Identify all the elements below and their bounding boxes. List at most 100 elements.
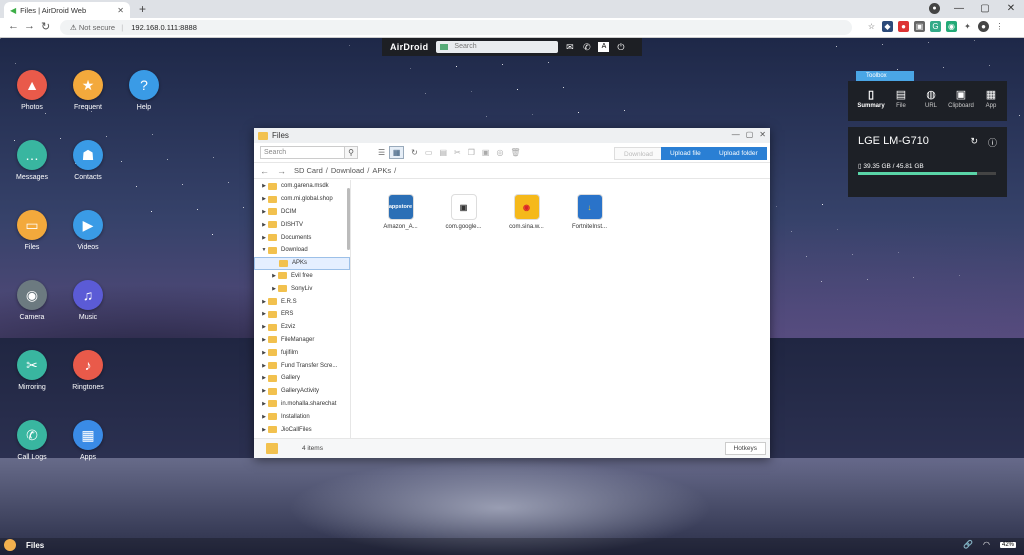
upload-file-button[interactable]: Upload file <box>661 147 710 160</box>
app-contacts[interactable]: ☗ Contacts <box>58 140 118 181</box>
task-files[interactable]: Files <box>4 539 44 551</box>
reload-icon[interactable]: ↻ <box>41 20 50 33</box>
tree-node[interactable]: ▶ com.garena.msdk <box>254 180 350 193</box>
forward-icon[interactable]: → <box>24 20 35 32</box>
app-help[interactable]: ? Help <box>114 70 174 111</box>
tree-node[interactable]: ▶ Evil free <box>254 270 350 283</box>
search-icon[interactable]: ⚲ <box>344 146 358 159</box>
tree-node[interactable]: APKs <box>254 256 350 270</box>
evernote-icon[interactable]: ◉ <box>946 21 957 32</box>
back-icon[interactable]: ← <box>8 20 19 32</box>
app-camera[interactable]: ◉ Camera <box>2 280 62 321</box>
crumb-sdcard[interactable]: SD Card <box>294 166 323 175</box>
global-search-input[interactable]: Search <box>436 41 559 53</box>
grid-view-icon[interactable]: ▦ <box>389 146 405 159</box>
files-search-input[interactable]: Search ⚲ <box>260 146 358 159</box>
app-music[interactable]: ♫ Music <box>58 280 118 321</box>
expand-caret-icon[interactable]: ▶ <box>270 273 278 279</box>
tree-node[interactable]: ▶ FileManager <box>254 334 350 347</box>
close-tab-icon[interactable]: ✕ <box>117 6 124 15</box>
crumb-download[interactable]: Download <box>331 166 364 175</box>
tree-node[interactable]: ▶ SonyLiv <box>254 282 350 295</box>
tree-node[interactable]: ▼ Download <box>254 244 350 257</box>
refresh-device-icon[interactable]: ↻ <box>970 136 978 149</box>
expand-caret-icon[interactable]: ▶ <box>260 222 268 228</box>
expand-caret-icon[interactable]: ▼ <box>260 247 268 253</box>
app-messages[interactable]: … Messages <box>2 140 62 181</box>
toolbox-clipboard[interactable]: ▣ Clipboard <box>946 81 976 121</box>
mail-icon[interactable]: ✉ <box>564 42 575 53</box>
tree-node[interactable]: ▶ JioCallFiles <box>254 423 350 436</box>
forward-arrow-icon[interactable]: → <box>277 166 286 176</box>
link-icon[interactable]: 🔗 <box>963 540 973 549</box>
expand-caret-icon[interactable]: ▶ <box>260 311 268 317</box>
tree-node[interactable]: ▶ Ezviz <box>254 321 350 334</box>
app-apps[interactable]: ▦ Apps <box>58 420 118 461</box>
maximize-icon[interactable]: ▢ <box>972 0 998 18</box>
expand-caret-icon[interactable]: ▶ <box>260 375 268 381</box>
expand-caret-icon[interactable]: ▶ <box>260 350 268 356</box>
hotkeys-button[interactable]: Hotkeys <box>724 442 766 455</box>
expand-caret-icon[interactable]: ▶ <box>260 337 268 343</box>
expand-caret-icon[interactable]: ▶ <box>260 324 268 330</box>
toolbox-url[interactable]: ◍ URL <box>916 81 946 121</box>
font-icon[interactable]: A <box>598 42 610 52</box>
paste-icon[interactable]: ▣ <box>482 148 490 157</box>
toolbox-summary[interactable]: ▯ Summary <box>856 81 886 121</box>
extension-icon[interactable]: ◆ <box>882 21 893 32</box>
tree-node[interactable]: ▶ DCIM <box>254 206 350 219</box>
close-window-icon[interactable]: ✕ <box>998 0 1024 18</box>
more-menu-icon[interactable]: ⋮ <box>994 21 1005 32</box>
puzzle-icon[interactable]: ✦ <box>962 21 973 32</box>
back-arrow-icon[interactable]: ← <box>260 166 269 176</box>
app-mirroring[interactable]: ✂ Mirroring <box>2 350 62 391</box>
toolbox-app[interactable]: ▦ App <box>976 81 1006 121</box>
download-button[interactable]: Download <box>614 147 663 160</box>
app-ringtones[interactable]: ♪ Ringtones <box>58 350 118 391</box>
expand-caret-icon[interactable]: ▶ <box>260 427 268 433</box>
tree-scrollbar[interactable] <box>347 188 350 250</box>
expand-caret-icon[interactable]: ▶ <box>260 363 268 369</box>
app-files[interactable]: ▭ Files <box>2 210 62 251</box>
tree-node[interactable]: ▶ Fund Transfer Scre... <box>254 359 350 372</box>
browser-tab[interactable]: ◀ Files | AirDroid Web ✕ <box>4 2 130 18</box>
copy-icon[interactable]: ❐ <box>468 148 475 157</box>
properties-icon[interactable]: ◎ <box>496 148 503 157</box>
tree-node[interactable]: ▶ com.mi.global.shop <box>254 193 350 206</box>
files-window-titlebar[interactable]: Files — ▢ ✕ <box>254 128 770 143</box>
expand-caret-icon[interactable]: ▶ <box>260 388 268 394</box>
file-item[interactable]: ◉ com.sina.w... <box>504 194 549 230</box>
refresh-icon[interactable]: ↻ <box>411 148 418 157</box>
app-videos[interactable]: ▶ Videos <box>58 210 118 251</box>
expand-caret-icon[interactable]: ▶ <box>260 196 268 202</box>
new-folder-icon[interactable]: ▭ <box>425 148 433 157</box>
tree-node[interactable]: ▶ E.R.S <box>254 295 350 308</box>
tree-node[interactable]: ▶ GalleryActivity <box>254 385 350 398</box>
cut-icon[interactable]: ✂ <box>454 148 461 157</box>
grammarly-icon[interactable]: G <box>930 21 941 32</box>
star-icon[interactable]: ☆ <box>866 21 877 32</box>
maximize-window-icon[interactable]: ▢ <box>746 130 754 139</box>
list-view-icon[interactable]: ☰ <box>378 148 385 157</box>
info-icon[interactable]: ⓘ <box>988 136 997 149</box>
expand-caret-icon[interactable]: ▶ <box>260 414 268 420</box>
app-frequent[interactable]: ★ Frequent <box>58 70 118 111</box>
tree-node[interactable]: ▶ in.mohalla.sharechat <box>254 398 350 411</box>
chrome-menu-icon[interactable]: ● <box>929 3 940 14</box>
image-extension-icon[interactable]: ▣ <box>914 21 925 32</box>
new-tab-button[interactable]: + <box>139 2 146 16</box>
minimize-window-icon[interactable]: — <box>732 130 740 139</box>
tree-node[interactable]: ▶ Documents <box>254 231 350 244</box>
upload-folder-button[interactable]: Upload folder <box>710 147 767 160</box>
expand-caret-icon[interactable]: ▶ <box>260 183 268 189</box>
expand-caret-icon[interactable]: ▶ <box>260 209 268 215</box>
delete-icon[interactable]: 🗑 <box>510 148 520 157</box>
expand-caret-icon[interactable]: ▶ <box>270 286 278 292</box>
tree-node[interactable]: ▶ ERS <box>254 308 350 321</box>
app-photos[interactable]: ▲ Photos <box>2 70 62 111</box>
app-call-logs[interactable]: ✆ Call Logs <box>2 420 62 461</box>
crumb-apks[interactable]: APKs <box>372 166 391 175</box>
file-item[interactable]: appstore Amazon_A... <box>378 194 423 230</box>
expand-caret-icon[interactable]: ▶ <box>260 401 268 407</box>
tree-node[interactable]: ▶ Installation <box>254 410 350 423</box>
